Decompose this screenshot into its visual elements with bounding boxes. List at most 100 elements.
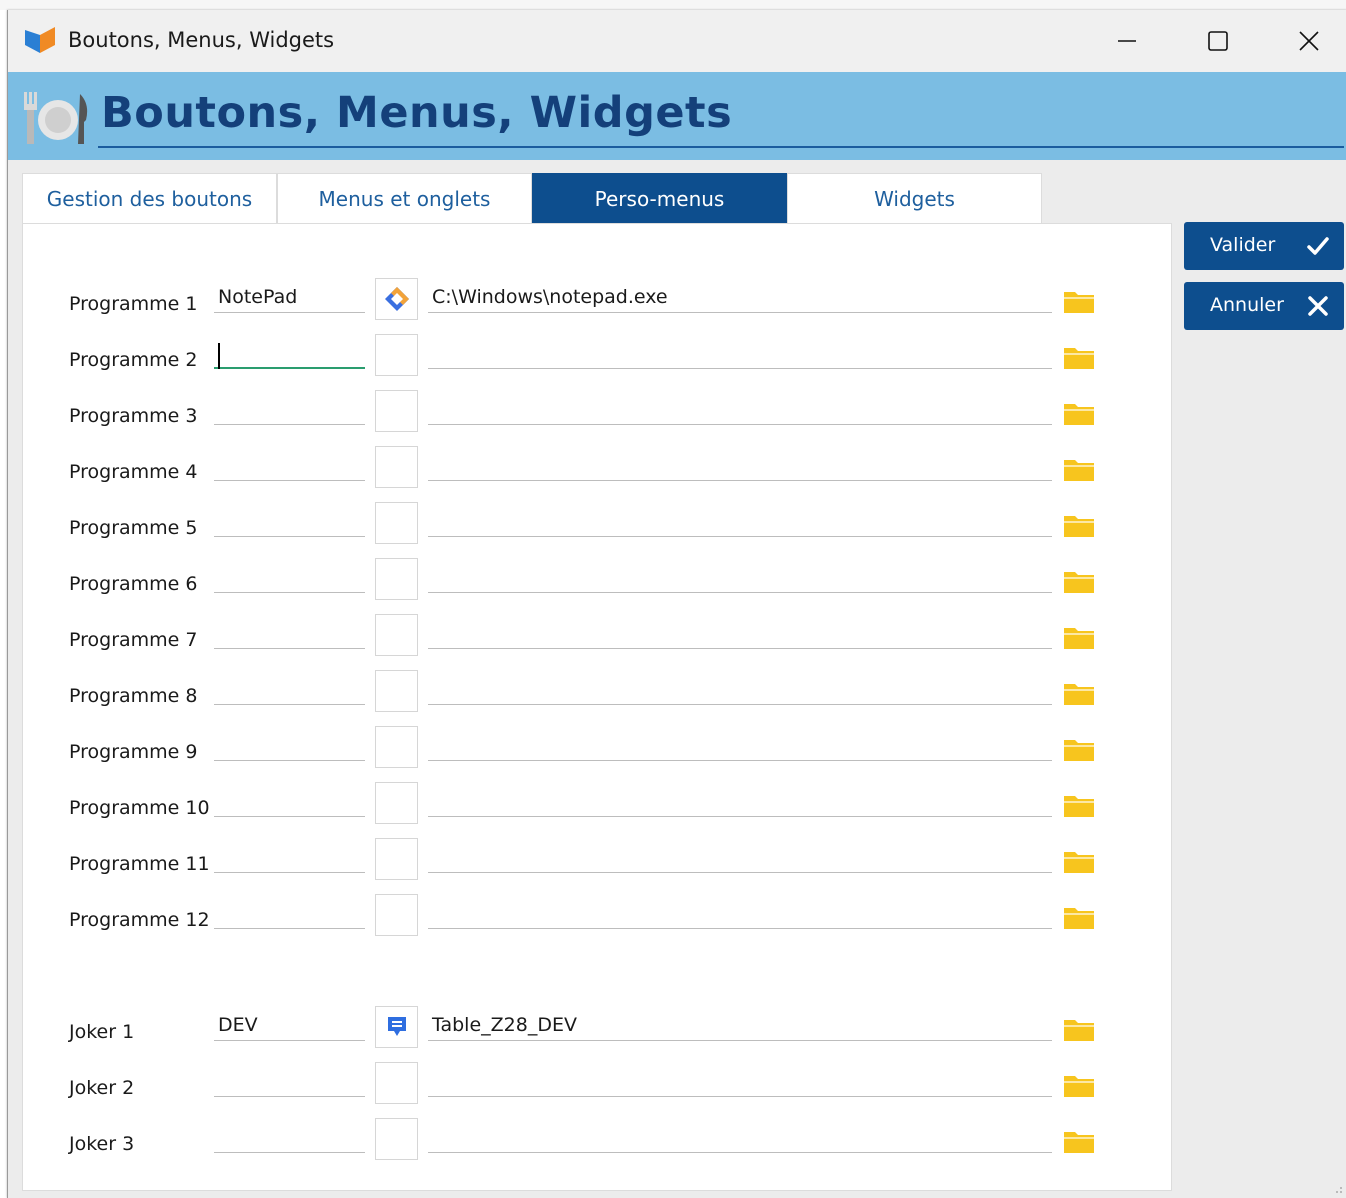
program-icon-button[interactable]	[375, 782, 418, 824]
folder-icon[interactable]	[1064, 681, 1094, 705]
program-path-field[interactable]	[428, 843, 1052, 873]
program-icon-button[interactable]	[375, 334, 418, 376]
program-path-field[interactable]	[428, 619, 1052, 649]
program-name-field[interactable]: NotePad	[214, 283, 365, 313]
validate-button[interactable]: Valider	[1184, 222, 1344, 270]
resize-grip-icon[interactable]	[1333, 1184, 1343, 1194]
app-logo-icon	[25, 27, 55, 53]
cancel-button[interactable]: Annuler	[1184, 282, 1344, 330]
program-name-field[interactable]	[214, 619, 365, 649]
joker-path-field[interactable]	[428, 1067, 1052, 1097]
program-path-field[interactable]	[428, 395, 1052, 425]
program-name-field[interactable]	[214, 395, 365, 425]
folder-icon[interactable]	[1064, 625, 1094, 649]
window-title: Boutons, Menus, Widgets	[68, 28, 335, 52]
tab-menus-et-onglets[interactable]: Menus et onglets	[277, 173, 532, 223]
program-name-field[interactable]	[214, 787, 365, 817]
program-label: Programme 10	[69, 797, 210, 819]
joker-row: Joker 3	[23, 1113, 1173, 1169]
tab-perso-menus[interactable]: Perso-menus	[532, 173, 787, 224]
program-path-field[interactable]	[428, 339, 1052, 369]
joker-row: Joker 2	[23, 1057, 1173, 1113]
joker-icon-button[interactable]	[375, 1118, 418, 1160]
title-bar[interactable]: Boutons, Menus, Widgets	[8, 10, 1346, 72]
minimize-icon	[1118, 40, 1136, 42]
program-path-field[interactable]	[428, 787, 1052, 817]
program-row: Programme 8	[23, 665, 1173, 721]
program-row: Programme 11	[23, 833, 1173, 889]
program-label: Programme 3	[69, 405, 198, 427]
program-name-field[interactable]	[214, 731, 365, 761]
folder-icon[interactable]	[1064, 849, 1094, 873]
program-icon-button[interactable]	[375, 670, 418, 712]
banner-title: Boutons, Menus, Widgets	[101, 88, 733, 138]
program-label: Programme 6	[69, 573, 198, 595]
program-path-field[interactable]	[428, 675, 1052, 705]
program-icon-button[interactable]	[375, 726, 418, 768]
program-name-field[interactable]	[214, 899, 365, 929]
folder-icon[interactable]	[1064, 345, 1094, 369]
joker-path-field[interactable]	[428, 1123, 1052, 1153]
minimize-button[interactable]	[1104, 20, 1150, 62]
joker-label: Joker 3	[69, 1133, 135, 1155]
notepad-app-icon	[384, 287, 409, 311]
cutlery-icon	[24, 92, 88, 144]
program-row: Programme 6	[23, 553, 1173, 609]
app-window: Boutons, Menus, Widgets Boutons, Menus, …	[7, 10, 1346, 1198]
program-name-field[interactable]	[214, 843, 365, 873]
program-icon-button[interactable]	[375, 278, 418, 320]
program-path-field[interactable]	[428, 731, 1052, 761]
program-name-field[interactable]	[214, 507, 365, 537]
joker-label: Joker 1	[69, 1021, 135, 1043]
joker-name-field[interactable]	[214, 1123, 365, 1153]
program-name-field[interactable]	[214, 675, 365, 705]
folder-icon[interactable]	[1064, 401, 1094, 425]
folder-icon[interactable]	[1064, 905, 1094, 929]
joker-name-field[interactable]	[214, 1067, 365, 1097]
joker-icon-button[interactable]	[375, 1006, 418, 1048]
program-path-field[interactable]	[428, 563, 1052, 593]
program-icon-button[interactable]	[375, 838, 418, 880]
folder-icon[interactable]	[1064, 1017, 1094, 1041]
program-row: Programme 12	[23, 889, 1173, 945]
program-path-field[interactable]: C:\Windows\notepad.exe	[428, 283, 1052, 313]
tab-gestion-des-boutons[interactable]: Gestion des boutons	[22, 173, 277, 223]
program-icon-button[interactable]	[375, 558, 418, 600]
program-row: Programme 7	[23, 609, 1173, 665]
folder-icon[interactable]	[1064, 569, 1094, 593]
perso-menus-panel: Programme 1 NotePad C:\Windows\notepad.e…	[22, 223, 1172, 1191]
program-label: Programme 7	[69, 629, 198, 651]
text-caret	[218, 343, 220, 369]
folder-icon[interactable]	[1064, 513, 1094, 537]
program-icon-button[interactable]	[375, 894, 418, 936]
program-path-field[interactable]	[428, 451, 1052, 481]
folder-icon[interactable]	[1064, 289, 1094, 313]
program-name-field[interactable]	[214, 451, 365, 481]
joker-name-field[interactable]: DEV	[214, 1011, 365, 1041]
header-banner: Boutons, Menus, Widgets	[8, 72, 1346, 160]
program-icon-button[interactable]	[375, 446, 418, 488]
program-icon-button[interactable]	[375, 614, 418, 656]
joker-path-field[interactable]: Table_Z28_DEV	[428, 1011, 1052, 1041]
folder-icon[interactable]	[1064, 457, 1094, 481]
tab-widgets[interactable]: Widgets	[787, 173, 1042, 223]
close-button[interactable]	[1286, 20, 1332, 62]
folder-icon[interactable]	[1064, 737, 1094, 761]
program-row: Programme 2	[23, 329, 1173, 385]
program-name-field[interactable]	[214, 563, 365, 593]
program-path-field[interactable]	[428, 507, 1052, 537]
program-label: Programme 1	[69, 293, 198, 315]
folder-icon[interactable]	[1064, 1073, 1094, 1097]
joker-icon-button[interactable]	[375, 1062, 418, 1104]
program-path-field[interactable]	[428, 899, 1052, 929]
cancel-label: Annuler	[1210, 294, 1284, 316]
folder-icon[interactable]	[1064, 793, 1094, 817]
close-x-icon	[1308, 296, 1328, 316]
program-icon-button[interactable]	[375, 502, 418, 544]
program-name-field[interactable]	[214, 339, 365, 369]
program-icon-button[interactable]	[375, 390, 418, 432]
program-row: Programme 10	[23, 777, 1173, 833]
folder-icon[interactable]	[1064, 1129, 1094, 1153]
maximize-button[interactable]	[1195, 20, 1241, 62]
program-label: Programme 2	[69, 349, 198, 371]
